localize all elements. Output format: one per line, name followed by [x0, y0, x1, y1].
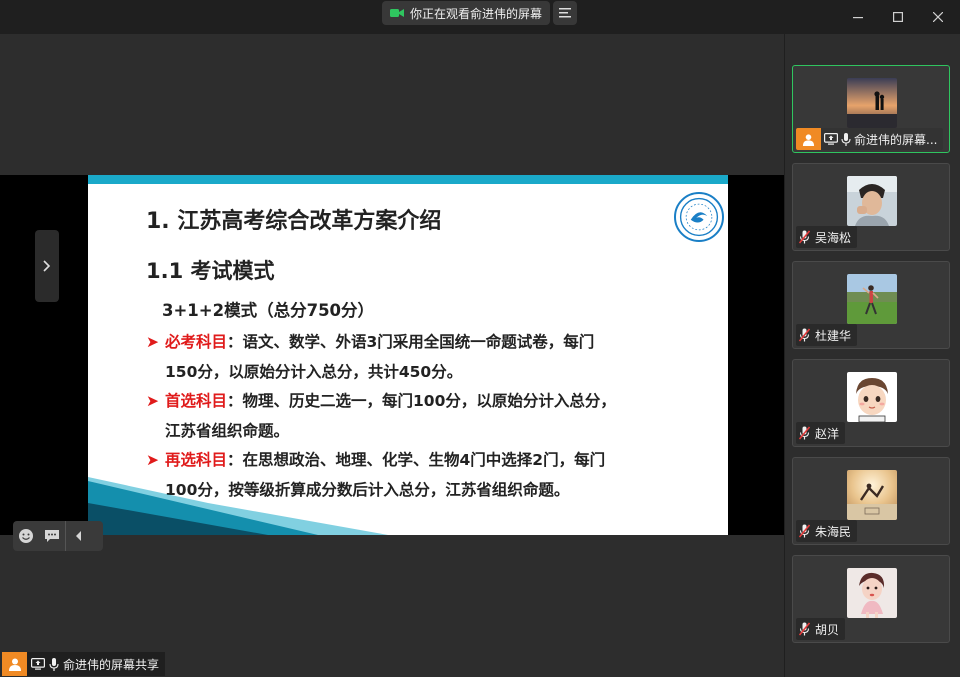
bullet-text: ：在思想政治、地理、化学、生物4门中选择2门，每门 — [227, 451, 606, 469]
presenter-name: 俞进伟的屏幕共享 — [63, 657, 160, 672]
bullet-key: 必考科目 — [165, 333, 228, 351]
bullet-key: 再选科目 — [165, 451, 228, 469]
collapse-toolbar-button[interactable] — [65, 521, 91, 551]
title-bar: 你正在观看俞进伟的屏幕 — [0, 0, 960, 34]
exam-mode-text: 3+1+2模式（总分750分） — [162, 301, 375, 320]
avatar — [847, 470, 897, 520]
bullet-text: ：物理、历史二选一，每门100分，以原始分计入总分， — [227, 392, 616, 410]
participant-name-row: 赵洋 — [796, 422, 846, 444]
arrow-icon: ➤ — [146, 392, 159, 410]
camera-icon — [390, 9, 404, 17]
mic-muted-icon — [796, 423, 812, 443]
presentation-slide: 1. 江苏高考综合改革方案介绍 1.1 考试模式 3+1+2模式（总分750分）… — [88, 175, 728, 535]
chat-bubble-icon — [45, 530, 59, 542]
mic-muted-icon — [796, 227, 812, 247]
participant-name-row: 俞进伟的屏幕... — [796, 128, 944, 150]
participant-name: 俞进伟的屏幕... — [854, 132, 938, 147]
chevron-right-icon — [43, 260, 51, 272]
screen-share-icon — [31, 658, 45, 670]
participant-tile[interactable]: 杜建华 — [792, 261, 950, 349]
user-icon — [8, 658, 21, 671]
share-status-text: 你正在观看俞进伟的屏幕 — [410, 6, 543, 21]
host-badge — [796, 128, 821, 150]
participant-name-row: 朱海民 — [796, 520, 858, 542]
bullet-required-subjects: ➤ 必考科目：语文、数学、外语3门采用全国统一命题试卷，每门 — [146, 327, 594, 357]
emoji-button[interactable] — [13, 521, 39, 551]
bullet-first-choice-subjects: ➤ 首选科目：物理、历史二选一，每门100分，以原始分计入总分， — [146, 386, 616, 416]
mic-muted-icon — [796, 521, 812, 541]
screen-share-icon — [824, 133, 838, 145]
slide-subtitle: 1.1 考试模式 — [146, 259, 275, 283]
maximize-button[interactable] — [886, 6, 910, 28]
participant-name-row: 胡贝 — [796, 618, 846, 640]
minimize-icon — [853, 17, 863, 19]
bullet-key: 首选科目 — [165, 392, 228, 410]
user-icon — [802, 133, 815, 146]
university-logo-icon — [674, 192, 724, 242]
maximize-icon — [893, 12, 903, 22]
participant-tile[interactable]: 朱海民 — [792, 457, 950, 545]
bullet-continuation: 150分，以原始分计入总分，共计450分。 — [165, 363, 463, 381]
slide-title: 1. 江苏高考综合改革方案介绍 — [146, 209, 442, 234]
bullet-text: ：语文、数学、外语3门采用全国统一命题试卷，每门 — [227, 333, 595, 351]
share-options-button[interactable] — [553, 1, 577, 25]
screen-share-status[interactable]: 你正在观看俞进伟的屏幕 — [382, 1, 551, 25]
expand-panel-button[interactable] — [35, 230, 59, 302]
avatar — [847, 176, 897, 226]
avatar — [847, 274, 897, 324]
avatar — [847, 78, 897, 128]
participant-tile[interactable]: 俞进伟的屏幕... — [792, 65, 950, 153]
slide-decoration-wave — [88, 477, 388, 535]
participant-name-row: 吴海松 — [796, 226, 858, 248]
microphone-icon — [49, 657, 59, 671]
reaction-toolbar — [13, 521, 103, 551]
arrow-icon: ➤ — [146, 451, 159, 469]
slide-header-bar — [88, 175, 728, 184]
caret-left-icon — [75, 531, 81, 541]
avatar — [847, 372, 897, 422]
arrow-icon: ➤ — [146, 333, 159, 351]
participant-name: 赵洋 — [815, 426, 840, 441]
close-icon — [933, 12, 943, 22]
close-button[interactable] — [926, 6, 950, 28]
avatar — [847, 568, 897, 618]
participant-name: 杜建华 — [815, 328, 852, 343]
avatar — [2, 652, 27, 676]
bullet-second-choice-subjects: ➤ 再选科目：在思想政治、地理、化学、生物4门中选择2门，每门 — [146, 445, 605, 475]
bullet-continuation: 江苏省组织命题。 — [165, 422, 290, 440]
participant-tile[interactable]: 吴海松 — [792, 163, 950, 251]
mic-muted-icon — [796, 619, 812, 639]
participant-tile[interactable]: 赵洋 — [792, 359, 950, 447]
participant-name: 胡贝 — [815, 622, 840, 637]
participant-name: 朱海民 — [815, 524, 852, 539]
smiley-icon — [19, 529, 33, 543]
participant-name: 吴海松 — [815, 230, 852, 245]
minimize-button[interactable] — [846, 6, 870, 28]
chat-button[interactable] — [39, 521, 65, 551]
mic-muted-icon — [796, 325, 812, 345]
participant-name-row: 杜建华 — [796, 324, 858, 346]
participant-tile[interactable]: 胡贝 — [792, 555, 950, 643]
presenter-label: 俞进伟的屏幕共享 — [2, 652, 166, 676]
microphone-icon — [841, 132, 851, 146]
menu-icon — [559, 8, 571, 18]
